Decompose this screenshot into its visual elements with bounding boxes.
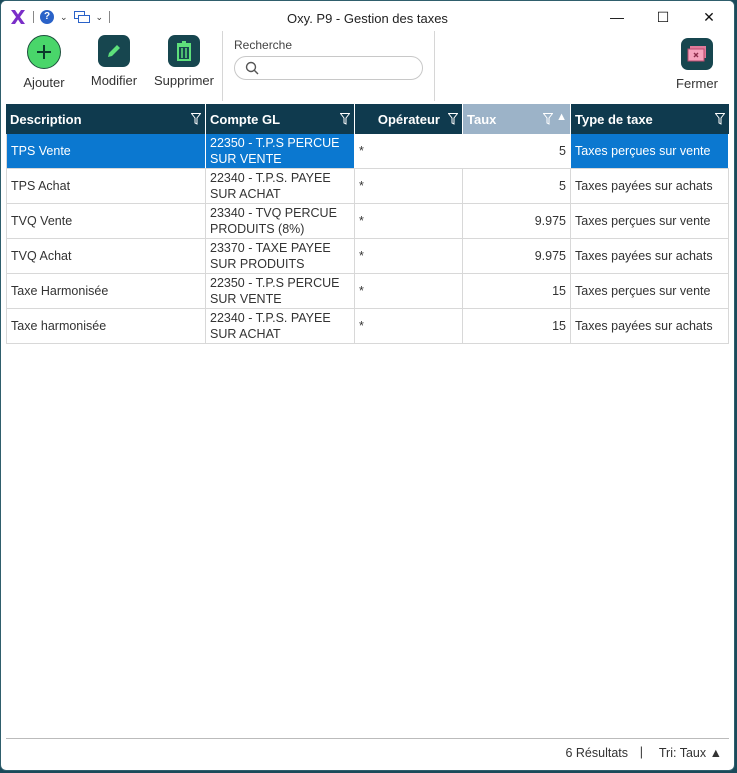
close-label: Fermer xyxy=(676,76,718,91)
toolbar: Ajouter Modifier Supprimer Recherche Fer… xyxy=(1,29,734,103)
column-header-taux[interactable]: Taux ▲ xyxy=(463,104,571,134)
tax-grid: Description Compte GL Opérateur Taux ▲ T… xyxy=(6,104,729,344)
taux-cell: 15 xyxy=(463,309,571,343)
table-row[interactable]: TVQ Achat 23370 - TAXE PAYEE SUR PRODUITS… xyxy=(6,239,729,274)
add-button[interactable]: Ajouter xyxy=(19,35,69,90)
close-window-button[interactable]: ✕ xyxy=(686,5,732,29)
table-row[interactable]: Taxe harmonisée 22340 - T.P.S. PAYEE SUR … xyxy=(6,309,729,344)
grid-header: Description Compte GL Opérateur Taux ▲ T… xyxy=(6,104,729,134)
compte-gl-cell: 23340 - TVQ PERCUE PRODUITS (8%) xyxy=(206,204,355,238)
description-cell: TVQ Achat xyxy=(6,239,206,273)
taux-cell: 5 xyxy=(463,134,571,168)
taux-cell: 9.975 xyxy=(463,204,571,238)
search-input[interactable] xyxy=(265,59,419,79)
table-row[interactable]: TVQ Vente 23340 - TVQ PERCUE PRODUITS (8%… xyxy=(6,204,729,239)
compte-gl-cell: 22340 - T.P.S. PAYEE SUR ACHAT xyxy=(206,309,355,343)
table-row[interactable]: TPS Vente 22350 - T.P.S PERCUE SUR VENTE … xyxy=(6,134,729,169)
filter-icon[interactable] xyxy=(191,113,201,125)
compte-gl-cell: 22340 - T.P.S. PAYEE SUR ACHAT xyxy=(206,169,355,203)
operateur-cell: * xyxy=(355,204,463,238)
compte-gl-cell: 23370 - TAXE PAYEE SUR PRODUITS xyxy=(206,239,355,273)
separator xyxy=(434,31,435,101)
taux-cell: 15 xyxy=(463,274,571,308)
type-cell: Taxes perçues sur vente xyxy=(571,274,729,308)
close-button[interactable]: Fermer xyxy=(673,38,721,91)
filter-icon[interactable] xyxy=(340,113,350,125)
sort-ascending-icon: ▲ xyxy=(709,746,722,760)
description-cell: TPS Achat xyxy=(6,169,206,203)
description-cell: TPS Vente xyxy=(6,134,206,168)
separator: | xyxy=(639,745,643,759)
plus-icon xyxy=(27,35,61,69)
operateur-cell: * xyxy=(355,274,463,308)
description-cell: Taxe harmonisée xyxy=(6,309,206,343)
column-header-description[interactable]: Description xyxy=(6,104,206,134)
minimize-button[interactable]: — xyxy=(594,5,640,29)
app-window: ? ⌄ ⌄ Oxy. P9 - Gestion des taxes — ☐ ✕ … xyxy=(0,0,735,771)
add-label: Ajouter xyxy=(23,75,65,90)
search-icon xyxy=(245,61,259,75)
column-header-operateur[interactable]: Opérateur xyxy=(355,104,463,134)
description-cell: TVQ Vente xyxy=(6,204,206,238)
filter-icon[interactable] xyxy=(543,113,553,125)
search-field[interactable] xyxy=(234,56,423,80)
taux-cell: 5 xyxy=(463,169,571,203)
delete-button[interactable]: Supprimer xyxy=(151,35,217,88)
pencil-icon xyxy=(98,35,130,67)
separator xyxy=(222,31,223,101)
type-cell: Taxes payées sur achats xyxy=(571,169,729,203)
type-cell: Taxes payées sur achats xyxy=(571,309,729,343)
status-bar: 6 Résultats | Tri: Taux ▲ xyxy=(1,739,734,769)
compte-gl-cell: 22350 - T.P.S PERCUE SUR VENTE xyxy=(206,134,355,168)
operateur-cell: * xyxy=(355,134,463,168)
exit-icon xyxy=(681,38,713,70)
search-label: Recherche xyxy=(234,38,293,52)
sort-indicator[interactable]: Tri: Taux ▲ xyxy=(659,746,722,760)
type-cell: Taxes payées sur achats xyxy=(571,239,729,273)
operateur-cell: * xyxy=(355,169,463,203)
type-cell: Taxes perçues sur vente xyxy=(571,204,729,238)
taux-cell: 9.975 xyxy=(463,239,571,273)
edit-label: Modifier xyxy=(90,73,138,88)
filter-icon[interactable] xyxy=(715,113,725,125)
column-header-type-de-taxe[interactable]: Type de taxe xyxy=(571,104,729,134)
table-row[interactable]: TPS Achat 22340 - T.P.S. PAYEE SUR ACHAT … xyxy=(6,169,729,204)
filter-icon[interactable] xyxy=(448,113,458,125)
table-row[interactable]: Taxe Harmonisée 22350 - T.P.S PERCUE SUR … xyxy=(6,274,729,309)
column-header-compte-gl[interactable]: Compte GL xyxy=(206,104,355,134)
edit-button[interactable]: Modifier xyxy=(87,35,141,88)
maximize-button[interactable]: ☐ xyxy=(640,5,686,29)
compte-gl-cell: 22350 - T.P.S PERCUE SUR VENTE xyxy=(206,274,355,308)
operateur-cell: * xyxy=(355,239,463,273)
delete-label: Supprimer xyxy=(154,73,214,88)
sort-ascending-icon: ▲ xyxy=(556,111,567,123)
operateur-cell: * xyxy=(355,309,463,343)
description-cell: Taxe Harmonisée xyxy=(6,274,206,308)
results-count: 6 Résultats xyxy=(565,746,628,760)
type-cell: Taxes perçues sur vente xyxy=(571,134,729,168)
trash-icon xyxy=(168,35,200,67)
